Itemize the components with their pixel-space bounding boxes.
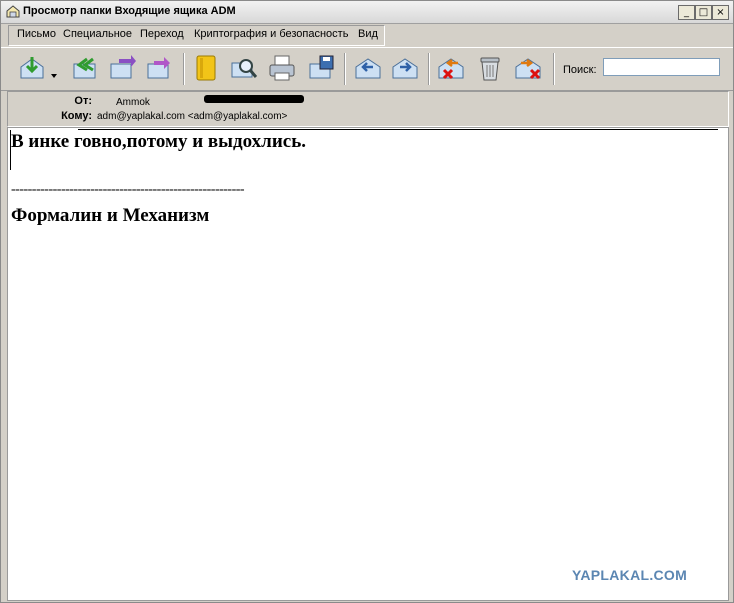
previous-message-icon[interactable] <box>353 53 383 83</box>
junk-icon[interactable] <box>513 53 543 83</box>
delete-message-icon[interactable] <box>436 53 466 83</box>
toolbar-separator <box>344 53 345 85</box>
next-message-icon[interactable] <box>390 53 420 83</box>
redaction-mark <box>204 95 304 103</box>
save-icon[interactable] <box>306 53 336 83</box>
forward-icon[interactable] <box>107 53 137 83</box>
menu-item-go[interactable]: Переход <box>140 28 184 40</box>
site-watermark: YAPLAKAL.COM <box>572 567 688 583</box>
search-label: Поиск: <box>563 64 597 76</box>
from-value[interactable]: Ammok <box>116 97 150 108</box>
toolbar-separator <box>553 53 554 85</box>
mail-window: Просмотр папки Входящие ящика ADM _ □ × … <box>0 0 734 603</box>
address-book-icon[interactable] <box>191 53 221 83</box>
message-separator: ----------------------------------------… <box>11 182 245 197</box>
message-text-line: В инке говно,потому и выдохлись. <box>11 131 306 152</box>
maximize-button[interactable]: □ <box>695 5 712 20</box>
message-body[interactable]: В инке говно,потому и выдохлись. -------… <box>7 127 729 601</box>
close-button[interactable]: × <box>712 5 729 20</box>
toolbar-separator <box>428 53 429 85</box>
menu-bar: Письмо Специальное Переход Криптография … <box>1 24 733 46</box>
menu-item-message[interactable]: Письмо <box>17 28 56 40</box>
minimize-button[interactable]: _ <box>678 5 695 20</box>
reply-all-icon[interactable] <box>69 53 99 83</box>
menu-item-special[interactable]: Специальное <box>63 28 132 40</box>
toolbar-separator <box>183 53 184 85</box>
to-value[interactable]: adm@yaplakal.com <adm@yaplakal.com> <box>97 111 287 122</box>
search-input[interactable] <box>603 58 720 76</box>
print-icon[interactable] <box>267 53 297 83</box>
app-window-icon <box>6 5 20 18</box>
message-headers: От: Ammok Кому: adm@yaplakal.com <adm@ya… <box>7 91 729 127</box>
find-icon[interactable] <box>229 53 259 83</box>
menu-item-crypto[interactable]: Криптография и безопасность <box>194 28 348 40</box>
forward-inline-icon[interactable] <box>144 53 174 83</box>
dropdown-arrow-icon[interactable] <box>49 53 59 83</box>
message-signature: Формалин и Механизм <box>11 205 210 226</box>
toolbar: Поиск: <box>1 47 733 91</box>
get-mail-icon[interactable] <box>17 53 47 83</box>
from-label: От: <box>74 95 92 107</box>
trash-icon[interactable] <box>475 53 505 83</box>
quote-line <box>78 129 718 130</box>
menu-item-view[interactable]: Вид <box>358 28 378 40</box>
to-label: Кому: <box>61 110 92 122</box>
window-title: Просмотр папки Входящие ящика ADM <box>23 5 236 17</box>
title-bar: Просмотр папки Входящие ящика ADM _ □ × <box>1 1 733 24</box>
